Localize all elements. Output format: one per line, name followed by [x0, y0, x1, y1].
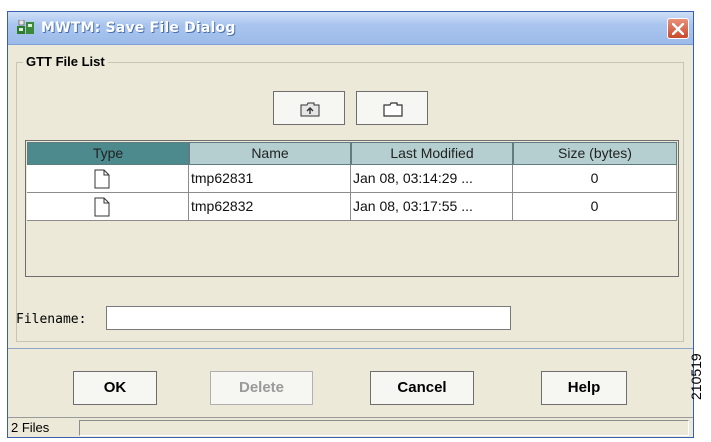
type-cell — [27, 165, 189, 193]
modified-cell: Jan 08, 03:17:55 ... — [351, 193, 513, 221]
group-title: GTT File List — [23, 54, 108, 69]
close-icon — [672, 23, 684, 35]
window-title: MWTM: Save File Dialog — [41, 20, 236, 36]
name-cell: tmp62831 — [189, 165, 351, 193]
figure-id-label: 210519 — [688, 353, 704, 400]
filename-input[interactable] — [106, 306, 511, 330]
save-file-dialog: MWTM: Save File Dialog GTT File List Typ… — [7, 11, 694, 438]
close-button[interactable] — [667, 18, 689, 39]
column-header-name[interactable]: Name — [189, 142, 351, 165]
modified-cell: Jan 08, 03:14:29 ... — [351, 165, 513, 193]
status-field — [79, 420, 689, 436]
delete-button[interactable]: Delete — [210, 371, 313, 405]
up-folder-icon — [300, 102, 320, 117]
filename-label: Filename: — [16, 312, 87, 327]
column-header-last-modified[interactable]: Last Modified — [351, 142, 513, 165]
size-cell: 0 — [513, 165, 677, 193]
ok-button[interactable]: OK — [73, 371, 157, 405]
title-bar[interactable]: MWTM: Save File Dialog — [8, 12, 693, 45]
file-icon — [94, 197, 110, 217]
new-folder-button[interactable] — [356, 91, 428, 125]
type-cell — [27, 193, 189, 221]
size-cell: 0 — [513, 193, 677, 221]
table-header: Type Name Last Modified Size (bytes) — [27, 142, 677, 165]
table-row[interactable]: tmp62832 Jan 08, 03:17:55 ... 0 — [27, 193, 677, 221]
column-header-type[interactable]: Type — [27, 142, 189, 165]
column-header-size[interactable]: Size (bytes) — [513, 142, 677, 165]
app-icon — [17, 20, 34, 34]
cancel-button[interactable]: Cancel — [370, 371, 474, 405]
divider — [8, 348, 693, 349]
help-button[interactable]: Help — [541, 371, 627, 405]
name-cell: tmp62832 — [189, 193, 351, 221]
file-icon — [94, 169, 110, 189]
file-table[interactable]: Type Name Last Modified Size (bytes) tmp… — [25, 140, 679, 277]
table-row[interactable]: tmp62831 Jan 08, 03:14:29 ... 0 — [27, 165, 677, 193]
status-bar: 2 Files — [8, 417, 693, 437]
up-folder-button[interactable] — [273, 91, 345, 125]
status-text: 2 Files — [11, 420, 50, 435]
new-folder-icon — [383, 102, 403, 117]
